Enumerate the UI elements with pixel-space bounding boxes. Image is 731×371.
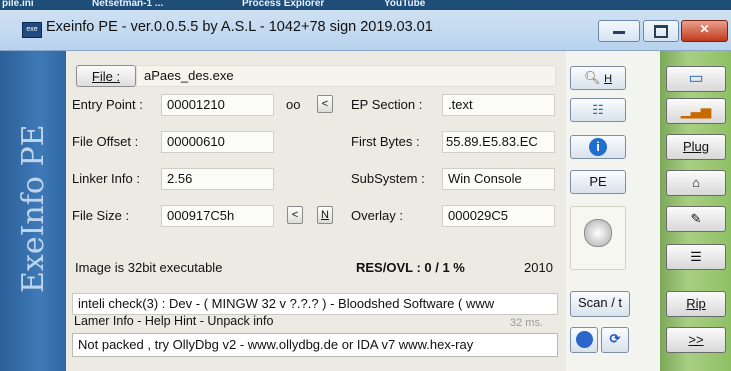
scan-time-text: 32 ms. <box>510 317 544 329</box>
background-tab: pile.ini <box>2 0 34 9</box>
web-button[interactable] <box>570 327 598 353</box>
home-icon: ⌂ <box>692 175 700 190</box>
info-icon: i <box>589 138 607 156</box>
entry-point-label: Entry Point : <box>72 97 143 112</box>
award-ribbon-icon <box>584 219 612 247</box>
exe-icon[interactable]: exe <box>22 22 42 38</box>
brand-sidebar: ExeInfo PE <box>0 51 66 371</box>
linker-info-row: Linker Info : 2.56 SubSystem : Win Conso… <box>66 168 566 192</box>
brand-logo: ExeInfo PE <box>16 124 51 293</box>
globe-icon <box>575 331 593 348</box>
file-button-label: File : <box>91 69 121 84</box>
maximize-icon <box>654 25 668 38</box>
minimize-button[interactable] <box>598 20 640 42</box>
file-size-row: File Size : 000917C5h < N Overlay : 0000… <box>66 205 566 229</box>
subsystem-label: SubSystem : <box>351 171 425 186</box>
file-size-label: File Size : <box>72 208 130 223</box>
first-bytes-field[interactable]: 55.89.E5.83.EC <box>442 131 555 153</box>
magnifier-icon: 🔍︎ <box>583 70 601 85</box>
background-tab: Netsetman-1 ... <box>92 0 164 9</box>
first-bytes-label: First Bytes : <box>351 134 420 149</box>
ep-section-field[interactable]: .text <box>442 94 555 116</box>
maximize-button[interactable] <box>643 20 679 42</box>
statistics-button[interactable]: ▁▃▅ <box>666 98 726 124</box>
scan-button[interactable]: Scan / t <box>570 291 630 317</box>
info-button[interactable]: i <box>570 135 626 159</box>
search-button[interactable]: 🔍︎ H <box>570 66 626 90</box>
file-size-n-button[interactable]: N <box>317 206 333 224</box>
tree-list-icon: ☷ <box>592 102 604 117</box>
overlay-label: Overlay : <box>351 208 404 223</box>
file-size-field[interactable]: 000917C5h <box>161 205 274 227</box>
oo-label: oo <box>286 97 301 112</box>
refresh-button[interactable]: ⟳ <box>601 327 629 353</box>
linker-info-label: Linker Info : <box>72 171 140 186</box>
menu-icon: ☰ <box>690 249 702 264</box>
linker-info-field[interactable]: 2.56 <box>161 168 274 190</box>
background-tab: Process Explorer <box>242 0 325 9</box>
main-panel: File : aPaes_des.exe Entry Point : 00001… <box>66 51 566 371</box>
overlay-field[interactable]: 000029C5 <box>442 205 555 227</box>
entry-point-field[interactable]: 00001210 <box>161 94 274 116</box>
entry-point-row: Entry Point : 00001210 oo < EP Section :… <box>66 94 566 118</box>
file-name-field[interactable]: aPaes_des.exe <box>136 65 556 87</box>
wrench-icon: ✎ <box>690 211 702 226</box>
image-info-text: Image is 32bit executable <box>75 260 223 275</box>
window-title: Exeinfo PE - ver.0.0.5.5 by A.S.L - 1042… <box>46 19 433 35</box>
rosette-button[interactable] <box>570 206 626 270</box>
file-size-arrow-button[interactable]: < <box>287 206 303 224</box>
year-text: 2010 <box>524 260 553 275</box>
close-icon: ✕ <box>699 22 710 36</box>
refresh-icon: ⟳ <box>609 331 621 346</box>
file-offset-row: File Offset : 00000610 First Bytes : 55.… <box>66 131 566 155</box>
background-taskbar-strip: pile.ini Netsetman-1 ... Process Explore… <box>0 0 731 10</box>
close-button[interactable]: ✕ <box>681 20 728 42</box>
h-hotkey-label: H <box>604 73 613 85</box>
file-offset-field[interactable]: 00000610 <box>161 131 274 153</box>
file-button[interactable]: File : <box>76 65 136 87</box>
next-label: >> <box>688 332 704 347</box>
ep-section-label: EP Section : <box>351 97 423 112</box>
signal-bars-icon: ▁▃▅ <box>681 103 711 118</box>
file-row: File : aPaes_des.exe <box>66 65 566 89</box>
plug-label: Plug <box>682 139 710 154</box>
plug-button[interactable]: Plug <box>666 134 726 160</box>
open-folder-button[interactable]: ▭ <box>666 66 726 92</box>
res-ovl-text: RES/OVL : 0 / 1 % <box>356 260 465 275</box>
entry-point-arrow-button[interactable]: < <box>317 95 333 113</box>
menu-button[interactable]: ☰ <box>666 244 726 270</box>
detection-result-field[interactable]: inteli check(3) : Dev - ( MINGW 32 v ?.?… <box>72 293 558 315</box>
file-offset-label: File Offset : <box>72 134 139 149</box>
home-button[interactable]: ⌂ <box>666 170 726 196</box>
tools-button[interactable]: ✎ <box>666 206 726 232</box>
folder-icon: ▭ <box>688 70 704 87</box>
background-tab: YouTube <box>384 0 426 9</box>
pe-button[interactable]: PE <box>570 170 626 194</box>
lamer-info-text: Lamer Info - Help Hint - Unpack info <box>74 314 274 328</box>
next-button[interactable]: >> <box>666 327 726 353</box>
section-viewer-button[interactable]: ☷ <box>570 98 626 122</box>
hint-field[interactable]: Not packed , try OllyDbg v2 - www.ollydb… <box>72 333 558 357</box>
subsystem-field[interactable]: Win Console <box>442 168 555 190</box>
rip-label: Rip <box>686 296 706 311</box>
rip-button[interactable]: Rip <box>666 291 726 317</box>
minimize-icon <box>613 31 625 34</box>
